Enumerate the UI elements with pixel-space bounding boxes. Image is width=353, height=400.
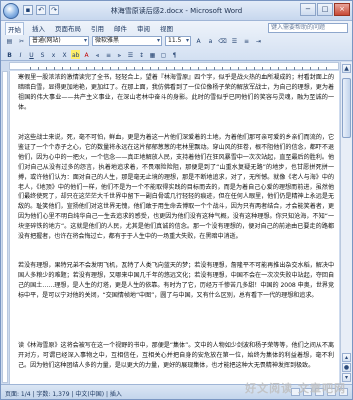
numbering-icon[interactable]: ≡ [242, 37, 251, 46]
ribbon-tabs: 开始 插入 页面布局 引用 邮件 审阅 视图 [5, 22, 175, 35]
watermark: 好文阅读 文章吧网 [245, 382, 346, 395]
help-search-input[interactable]: 键入需要帮助的问题 [268, 23, 348, 33]
document-page[interactable]: 寒假里一股浓浓的激情读完了全书，轻轻合上，望着『林海雪原』四个字，似乎是战火热的… [9, 71, 339, 384]
paragraph: 若没有理想，果特兄弟不会发明飞机，瓦特了人类飞向蓝天的梦；若没有理想，詹隆平不可… [18, 262, 334, 299]
align-left-icon[interactable]: ⫷ [93, 50, 102, 59]
style-dropdown[interactable]: 普通(网站) [29, 36, 89, 46]
font-color-icon[interactable]: A [82, 50, 91, 59]
grow-font-icon[interactable]: A [194, 37, 203, 46]
status-text: 页面: 1/4 | 字数: 1,379 | 中文(中国) | 插入 [5, 391, 122, 398]
highlight-icon[interactable]: ab [71, 49, 80, 59]
tab-layout[interactable]: 页面布局 [53, 22, 83, 35]
scroll-up-icon[interactable]: ▲ [342, 64, 351, 73]
format-toolbar-row-2: B I U S x X ab A ⫷ ≡ ⫸ ☰ ↕ ▦ ▢ ¶ [5, 49, 179, 59]
window-controls: − □ × [300, 3, 350, 16]
paste-icon[interactable]: ▤ [5, 37, 14, 46]
tab-review[interactable]: 审阅 [135, 22, 152, 35]
prev-page-icon[interactable]: ▴ [342, 353, 351, 362]
tab-view[interactable]: 视图 [158, 22, 175, 35]
title-bar: ▪ ↶ ↷ 林海雪原读后感2.docx - Microsoft Word − □… [1, 1, 352, 21]
vertical-scrollbar[interactable]: ▲ ▴ ● ▾ [340, 62, 352, 384]
font-size-dropdown[interactable]: 11.5 [165, 36, 191, 46]
superscript-icon[interactable]: X [60, 50, 69, 59]
paragraph: 寒假里一股浓浓的激情读完了全书，轻轻合上，望着『林海雪原』四个字，似乎是战火热的… [18, 74, 334, 111]
line-spacing-icon[interactable]: ↕ [137, 50, 146, 59]
shrink-font-icon[interactable]: a [206, 37, 215, 46]
scroll-thumb[interactable] [342, 78, 351, 138]
tab-mailings[interactable]: 邮件 [112, 22, 129, 35]
tab-insert[interactable]: 插入 [30, 22, 47, 35]
ribbon: 开始 插入 页面布局 引用 邮件 审阅 视图 键入需要帮助的问题 ▤ ✂ 普通(… [1, 21, 352, 61]
paragraph: 对这些战士来说，死，毫不可怕，鲜血，更是为着这一片他们深爱着的土地，为着他们那可… [18, 134, 334, 241]
indent-icon[interactable]: ⇥ [254, 37, 263, 46]
minimize-button[interactable]: − [300, 3, 316, 16]
paragraph: 读《林海雪原》这将会被写在这一个视野的书中，那便是“集体”。文中的人物如少剑波和… [18, 342, 334, 369]
maximize-button[interactable]: □ [317, 3, 333, 16]
italic-icon[interactable]: I [16, 50, 25, 59]
tab-references[interactable]: 引用 [89, 22, 106, 35]
word-window: ▪ ↶ ↷ 林海雪原读后感2.docx - Microsoft Word − □… [0, 0, 353, 400]
vertical-ruler [2, 71, 8, 383]
align-center-icon[interactable]: ≡ [104, 50, 113, 59]
clear-format-icon[interactable]: ⌫ [218, 37, 227, 46]
strikethrough-icon[interactable]: S [38, 50, 47, 59]
subscript-icon[interactable]: x [49, 50, 58, 59]
bold-icon[interactable]: B [5, 50, 14, 59]
tab-home[interactable]: 开始 [5, 22, 24, 35]
select-browse-object-icon[interactable]: ● [342, 363, 351, 372]
format-toolbar-row: ▤ ✂ 普通(网站) 微软雅黑 11.5 A a ⌫ ☰ ≡ ⇥ [5, 36, 263, 46]
close-button[interactable]: × [334, 3, 350, 16]
font-dropdown[interactable]: 微软雅黑 [92, 36, 162, 46]
cut-icon[interactable]: ✂ [17, 37, 26, 46]
show-marks-icon[interactable]: ¶ [170, 50, 179, 59]
shading-icon[interactable]: ▦ [148, 50, 157, 59]
horizontal-ruler[interactable] [9, 62, 339, 70]
underline-icon[interactable]: U [27, 50, 36, 59]
align-right-icon[interactable]: ⫸ [115, 50, 124, 59]
ruler-ticks [30, 67, 328, 70]
borders-icon[interactable]: ▢ [159, 50, 168, 59]
bullets-icon[interactable]: ☰ [230, 37, 239, 46]
justify-icon[interactable]: ☰ [126, 50, 135, 59]
